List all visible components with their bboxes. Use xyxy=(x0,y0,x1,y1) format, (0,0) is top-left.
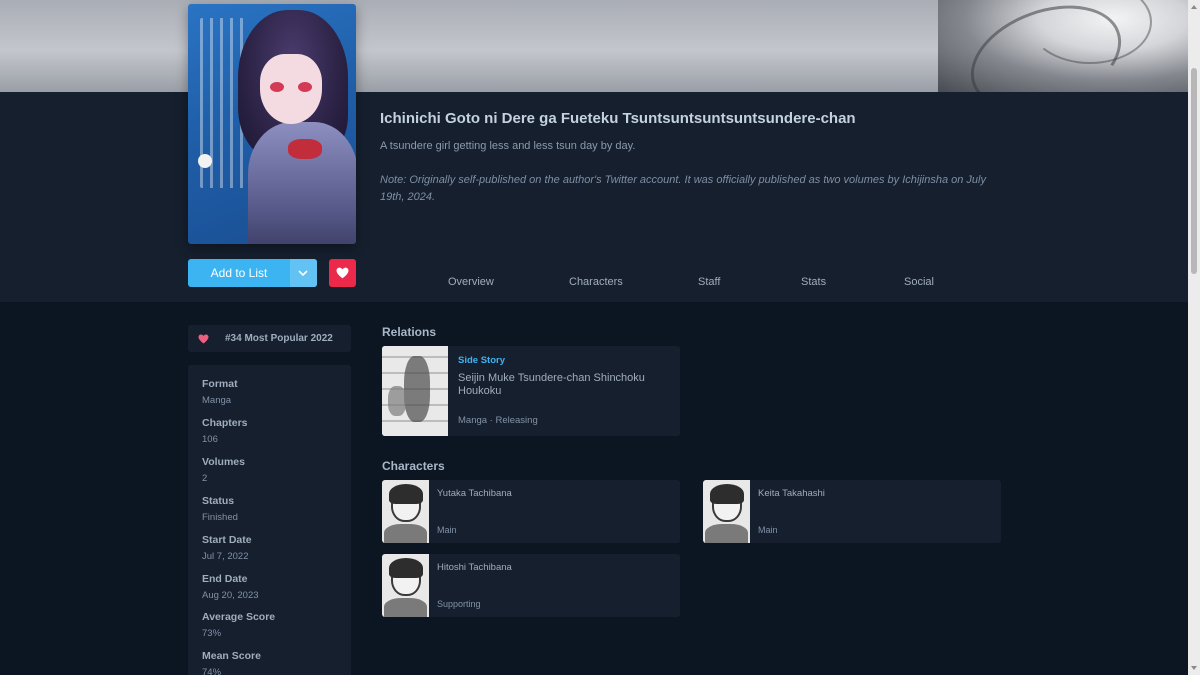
scroll-up-arrow-icon[interactable] xyxy=(1190,3,1198,11)
heart-icon xyxy=(336,267,349,279)
info-value[interactable]: Jul 7, 2022 xyxy=(202,551,252,562)
info-value: 106 xyxy=(202,434,218,445)
character-name[interactable]: Hitoshi Tachibana xyxy=(437,562,512,573)
character-card[interactable]: Yutaka Tachibana Main xyxy=(382,480,680,543)
list-status-dropdown-button[interactable] xyxy=(290,259,317,287)
character-card[interactable]: Keita Takahashi Main xyxy=(703,480,1001,543)
character-role: Main xyxy=(437,525,457,535)
info-key: Volumes xyxy=(202,456,245,468)
character-role: Supporting xyxy=(437,599,481,609)
info-status: Status Finished xyxy=(202,495,238,523)
character-card[interactable]: Hitoshi Tachibana Supporting xyxy=(382,554,680,617)
info-end-date: End Date Aug 20, 2023 xyxy=(202,573,259,601)
info-mean-score: Mean Score 74% xyxy=(202,650,261,675)
relation-type: Side Story xyxy=(458,355,505,366)
scroll-down-arrow-icon[interactable] xyxy=(1190,664,1198,672)
info-value: 74% xyxy=(202,667,222,675)
media-nav-tabs: Overview Characters Staff Stats Social xyxy=(380,276,1000,296)
info-key: Mean Score xyxy=(202,650,261,662)
info-value[interactable]: Aug 20, 2023 xyxy=(202,590,259,601)
character-image[interactable] xyxy=(382,554,429,617)
info-average-score: Average Score 73% xyxy=(202,611,275,639)
media-description: A tsundere girl getting less and less ts… xyxy=(380,140,636,152)
character-name[interactable]: Yutaka Tachibana xyxy=(437,488,512,499)
tab-staff[interactable]: Staff xyxy=(698,276,720,288)
banner-image xyxy=(0,0,1200,92)
info-value: Finished xyxy=(202,512,238,523)
info-value: 2 xyxy=(202,473,208,484)
info-format: Format Manga xyxy=(202,378,238,406)
ranking-badge[interactable]: #34 Most Popular 2022 xyxy=(188,325,351,352)
add-to-list-label: Add to List xyxy=(210,266,268,280)
characters-heading: Characters xyxy=(382,459,445,473)
scrollbar-thumb[interactable] xyxy=(1191,68,1197,274)
info-start-date: Start Date Jul 7, 2022 xyxy=(202,534,252,562)
media-note: Note: Originally self-published on the a… xyxy=(380,174,986,203)
tab-stats[interactable]: Stats xyxy=(801,276,826,288)
relation-meta: Manga · Releasing xyxy=(458,415,538,426)
tab-social[interactable]: Social xyxy=(904,276,934,288)
chevron-down-icon xyxy=(298,270,308,277)
media-header: Add to List Ichinichi Goto ni Dere ga Fu… xyxy=(0,92,1200,302)
info-key: Format xyxy=(202,378,238,390)
character-role: Main xyxy=(758,525,778,535)
relations-heading: Relations xyxy=(382,325,437,339)
info-key: Status xyxy=(202,495,235,507)
ranking-label: #34 Most Popular 2022 xyxy=(225,333,333,344)
character-name[interactable]: Keita Takahashi xyxy=(758,488,825,499)
character-image[interactable] xyxy=(382,480,429,543)
info-value: 73% xyxy=(202,628,222,639)
relation-card[interactable]: Side Story Seijin Muke Tsundere-chan Shi… xyxy=(382,346,680,436)
media-title: Ichinichi Goto ni Dere ga Fueteku Tsunts… xyxy=(380,110,856,127)
info-key: End Date xyxy=(202,573,248,585)
tab-characters[interactable]: Characters xyxy=(569,276,623,288)
relation-title[interactable]: Seijin Muke Tsundere-chan Shinchoku Houk… xyxy=(458,372,668,398)
info-key: Average Score xyxy=(202,611,276,623)
info-key: Start Date xyxy=(202,534,252,546)
page-scrollbar[interactable] xyxy=(1188,0,1200,675)
tab-overview[interactable]: Overview xyxy=(448,276,494,288)
relation-cover-image[interactable] xyxy=(382,346,448,436)
info-chapters: Chapters 106 xyxy=(202,417,248,445)
info-key: Chapters xyxy=(202,417,248,429)
info-volumes: Volumes 2 xyxy=(202,456,245,484)
info-value[interactable]: Manga xyxy=(202,395,238,406)
cover-image xyxy=(188,4,356,244)
banner-artwork xyxy=(938,0,1188,92)
favourite-button[interactable] xyxy=(329,259,356,287)
add-to-list-button[interactable]: Add to List xyxy=(188,259,317,287)
character-image[interactable] xyxy=(703,480,750,543)
heart-icon xyxy=(198,334,209,344)
info-panel: Format Manga Chapters 106 Volumes 2 Stat… xyxy=(188,365,351,675)
